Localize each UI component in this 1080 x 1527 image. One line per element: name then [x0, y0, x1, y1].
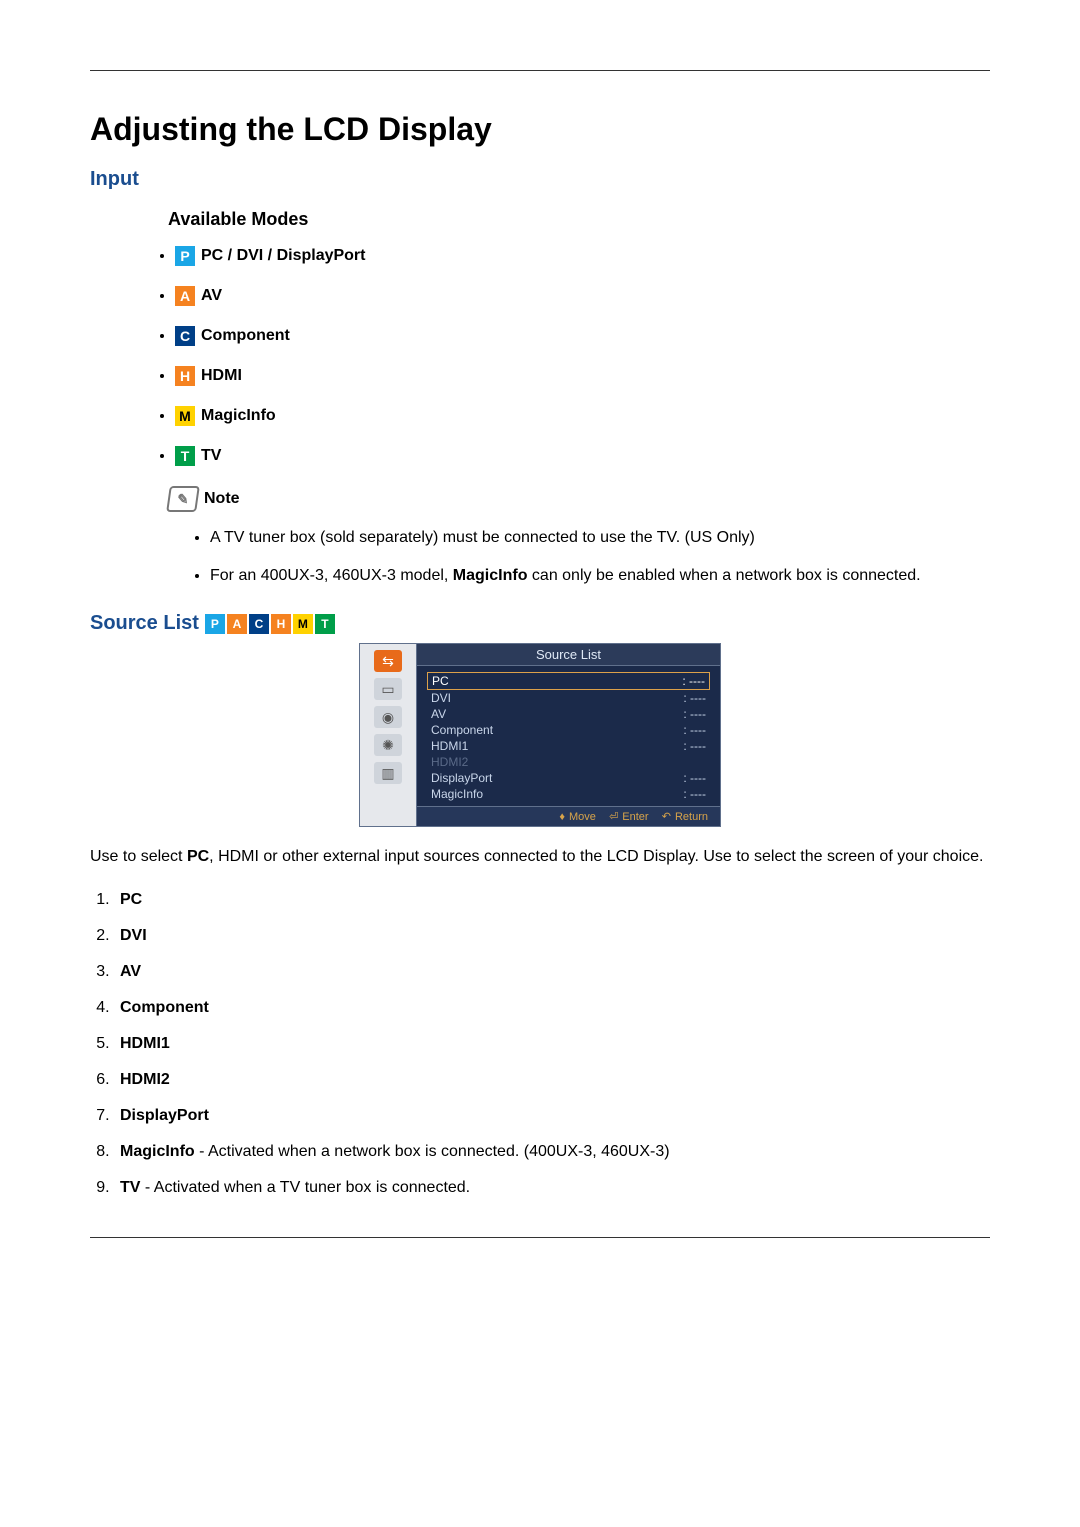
osd-title: Source List — [417, 644, 720, 666]
mode-label: PC / DVI / DisplayPort — [201, 247, 365, 265]
mode-label: Component — [201, 327, 290, 345]
list-item: Component — [114, 999, 990, 1017]
osd-row: HDMI2 — [427, 754, 710, 770]
mode-label: MagicInfo — [201, 407, 276, 425]
mode-item: M MagicInfo — [175, 406, 990, 426]
list-item: DisplayPort — [114, 1107, 990, 1125]
page-title: Adjusting the LCD Display — [90, 111, 990, 148]
osd-row: AV: ---- — [427, 706, 710, 722]
mode-t-icon: T — [175, 446, 195, 466]
osd-footer-move: Move — [569, 811, 596, 823]
osd-row: DisplayPort: ---- — [427, 770, 710, 786]
mode-item: T TV — [175, 446, 990, 466]
osd-side-icon: ✺ — [374, 734, 402, 756]
source-ordered-list: PC DVI AV Component HDMI1 HDMI2 DisplayP… — [114, 891, 990, 1197]
osd-side-icon: ◉ — [374, 706, 402, 728]
strip-c-icon: C — [249, 614, 269, 634]
osd-sidebar: ⇆ ▭ ◉ ✺ ▥ — [360, 644, 417, 826]
note-item: A TV tuner box (sold separately) must be… — [210, 526, 990, 550]
strip-h-icon: H — [271, 614, 291, 634]
list-item: HDMI1 — [114, 1035, 990, 1053]
mode-icon-strip: P A C H M T — [203, 614, 335, 634]
mode-label: AV — [201, 287, 222, 305]
list-item: MagicInfo - Activated when a network box… — [114, 1143, 990, 1161]
osd-row: Component: ---- — [427, 722, 710, 738]
list-item: PC — [114, 891, 990, 909]
section-input-heading: Input — [90, 168, 990, 191]
mode-c-icon: C — [175, 326, 195, 346]
mode-p-icon: P — [175, 246, 195, 266]
osd-side-icon: ▭ — [374, 678, 402, 700]
available-modes-list: P PC / DVI / DisplayPort A AV C Componen… — [175, 246, 990, 466]
note-label: Note — [204, 490, 240, 508]
osd-row: HDMI1: ---- — [427, 738, 710, 754]
source-list-heading: Source List — [90, 612, 199, 635]
osd-footer: ♦Move ⏎Enter ↶Return — [417, 806, 720, 826]
osd-row: MagicInfo: ---- — [427, 786, 710, 802]
strip-m-icon: M — [293, 614, 313, 634]
osd-side-icon: ⇆ — [374, 650, 402, 672]
note-item: For an 400UX-3, 460UX-3 model, MagicInfo… — [210, 564, 990, 588]
mode-a-icon: A — [175, 286, 195, 306]
strip-t-icon: T — [315, 614, 335, 634]
bottom-rule — [90, 1237, 990, 1238]
mode-label: TV — [201, 447, 221, 465]
list-item: TV - Activated when a TV tuner box is co… — [114, 1179, 990, 1197]
osd-footer-enter: Enter — [622, 811, 648, 823]
strip-p-icon: P — [205, 614, 225, 634]
mode-h-icon: H — [175, 366, 195, 386]
strip-a-icon: A — [227, 614, 247, 634]
mode-item: A AV — [175, 286, 990, 306]
osd-footer-return: Return — [675, 811, 708, 823]
osd-row: PC: ---- — [427, 672, 710, 690]
osd-row: DVI: ---- — [427, 690, 710, 706]
mode-m-icon: M — [175, 406, 195, 426]
note-icon: ✎ — [166, 486, 200, 512]
available-modes-heading: Available Modes — [168, 209, 990, 230]
mode-item: H HDMI — [175, 366, 990, 386]
note-heading: ✎ Note — [168, 486, 990, 512]
list-item: DVI — [114, 927, 990, 945]
mode-item: P PC / DVI / DisplayPort — [175, 246, 990, 266]
mode-item: C Component — [175, 326, 990, 346]
osd-screenshot: ⇆ ▭ ◉ ✺ ▥ Source List PC: ---- DVI: ----… — [359, 643, 721, 827]
note-list: A TV tuner box (sold separately) must be… — [210, 526, 990, 588]
top-rule — [90, 70, 990, 71]
list-item: AV — [114, 963, 990, 981]
mode-label: HDMI — [201, 367, 242, 385]
list-item: HDMI2 — [114, 1071, 990, 1089]
osd-side-icon: ▥ — [374, 762, 402, 784]
osd-main: PC: ---- DVI: ---- AV: ---- Component: -… — [417, 666, 720, 806]
source-list-heading-row: Source List P A C H M T — [90, 612, 990, 635]
source-list-description: Use to select PC, HDMI or other external… — [90, 845, 990, 869]
